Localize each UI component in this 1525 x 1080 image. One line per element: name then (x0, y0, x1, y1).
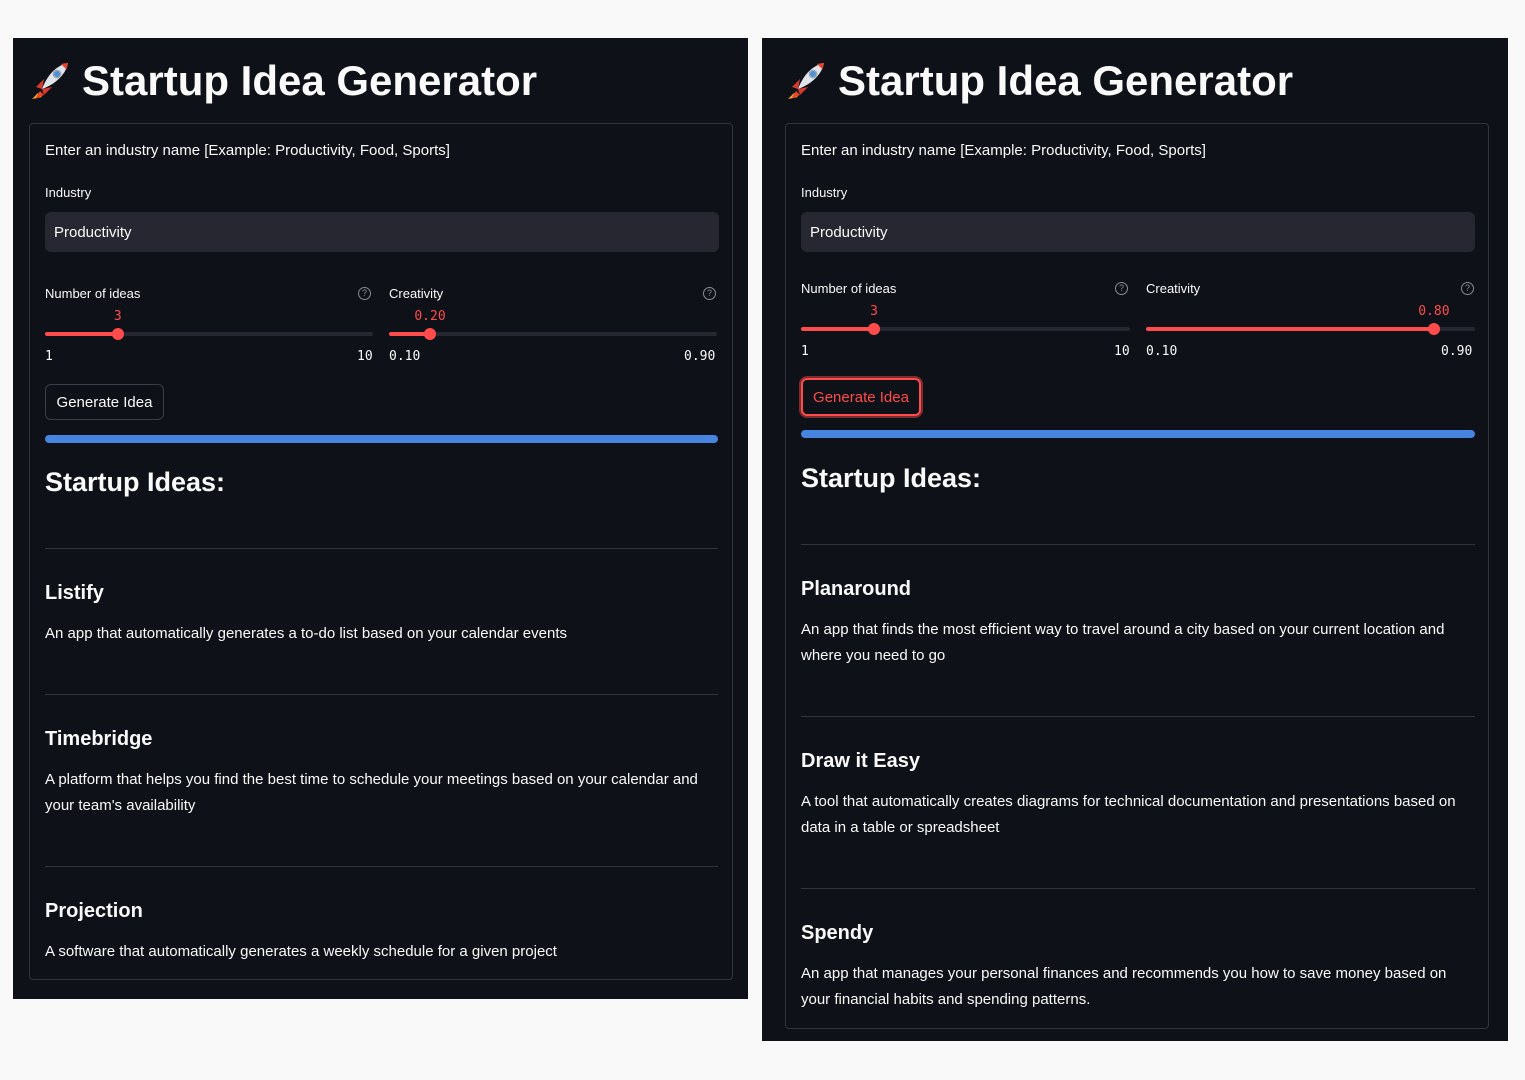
results-heading: Startup Ideas: (801, 463, 982, 493)
app-title: Startup Idea Generator (28, 56, 537, 106)
num-ideas-help-icon[interactable]: ? (1115, 282, 1128, 295)
num-ideas-min: 1 (45, 349, 53, 364)
num-ideas-label: Number of ideas (45, 286, 141, 301)
num-ideas-label: Number of ideas (801, 281, 897, 296)
rocket-icon (788, 63, 824, 99)
results-heading: Startup Ideas: (45, 467, 226, 497)
num-ideas-slider-fill (45, 332, 118, 336)
divider (45, 866, 718, 867)
industry-input-value: Productivity (810, 223, 888, 241)
creativity-max: 0.90 (684, 349, 716, 364)
app-title-text: Startup Idea Generator (838, 57, 1294, 104)
creativity-min: 0.10 (1146, 344, 1178, 359)
num-ideas-help-icon[interactable]: ? (358, 287, 371, 300)
idea-title: Projection (45, 900, 143, 922)
idea-description: An app that manages your personal financ… (801, 965, 1447, 1008)
idea-description: A tool that automatically creates diagra… (801, 793, 1456, 836)
creativity-slider[interactable]: 0.20 (389, 309, 717, 340)
creativity-slider-thumb[interactable] (424, 328, 436, 340)
creativity-slider-fill (1146, 327, 1434, 331)
num-ideas-slider[interactable]: 3 (801, 304, 1130, 335)
industry-label: Industry (45, 185, 92, 200)
creativity-label: Creativity (1146, 281, 1201, 296)
progress-bar (801, 430, 1475, 438)
industry-input[interactable]: Productivity (45, 212, 719, 252)
creativity-slider-thumb[interactable] (1427, 323, 1440, 335)
idea-description: A platform that helps you find the best … (45, 771, 698, 814)
generate-idea-button[interactable]: Generate Idea (801, 378, 921, 416)
rocket-icon (32, 63, 68, 99)
creativity-value: 0.20 (414, 309, 446, 324)
divider (801, 544, 1475, 545)
industry-input[interactable]: Productivity (801, 212, 1475, 252)
idea-title: Draw it Easy (801, 750, 920, 772)
idea-description: A software that automatically generates … (45, 943, 557, 960)
industry-label: Industry (801, 185, 848, 200)
form-container: Enter an industry name [Example: Product… (785, 123, 1489, 1029)
creativity-slider[interactable]: 0.80 (1146, 304, 1475, 335)
idea-title: Listify (45, 582, 104, 604)
generate-idea-button[interactable]: Generate Idea (45, 384, 164, 420)
creativity-help-icon[interactable]: ? (703, 287, 716, 300)
app-title: Startup Idea Generator (784, 56, 1293, 106)
num-ideas-slider[interactable]: 3 (45, 309, 373, 340)
app-panel-left: Startup Idea Generator Enter an industry… (13, 38, 748, 999)
num-ideas-value: 3 (870, 304, 878, 319)
num-ideas-max: 10 (357, 349, 373, 364)
num-ideas-max: 10 (1114, 344, 1130, 359)
divider (45, 694, 718, 695)
app-title-text: Startup Idea Generator (82, 57, 538, 104)
divider (801, 716, 1475, 717)
divider (801, 888, 1475, 889)
divider (45, 548, 718, 549)
industry-input-value: Productivity (54, 223, 132, 241)
idea-description: An app that automatically generates a to… (45, 625, 567, 642)
creativity-label: Creativity (389, 286, 444, 301)
idea-description: An app that finds the most efficient way… (801, 621, 1445, 664)
creativity-value: 0.80 (1418, 304, 1450, 319)
form-prompt: Enter an industry name [Example: Product… (801, 142, 1206, 159)
creativity-max: 0.90 (1441, 344, 1473, 359)
idea-title: Planaround (801, 578, 912, 600)
num-ideas-slider-thumb[interactable] (868, 323, 881, 335)
app-panel-right: Startup Idea Generator Enter an industry… (762, 38, 1508, 1041)
creativity-help-icon[interactable]: ? (1461, 282, 1474, 295)
num-ideas-slider-fill (801, 327, 875, 331)
num-ideas-slider-thumb[interactable] (111, 328, 124, 340)
num-ideas-min: 1 (801, 344, 809, 359)
num-ideas-value: 3 (113, 309, 122, 324)
idea-title: Timebridge (45, 728, 153, 750)
form-prompt: Enter an industry name [Example: Product… (45, 142, 450, 159)
form-container: Enter an industry name [Example: Product… (29, 123, 733, 980)
creativity-min: 0.10 (389, 349, 421, 364)
progress-bar (45, 435, 718, 443)
idea-title: Spendy (801, 922, 874, 944)
